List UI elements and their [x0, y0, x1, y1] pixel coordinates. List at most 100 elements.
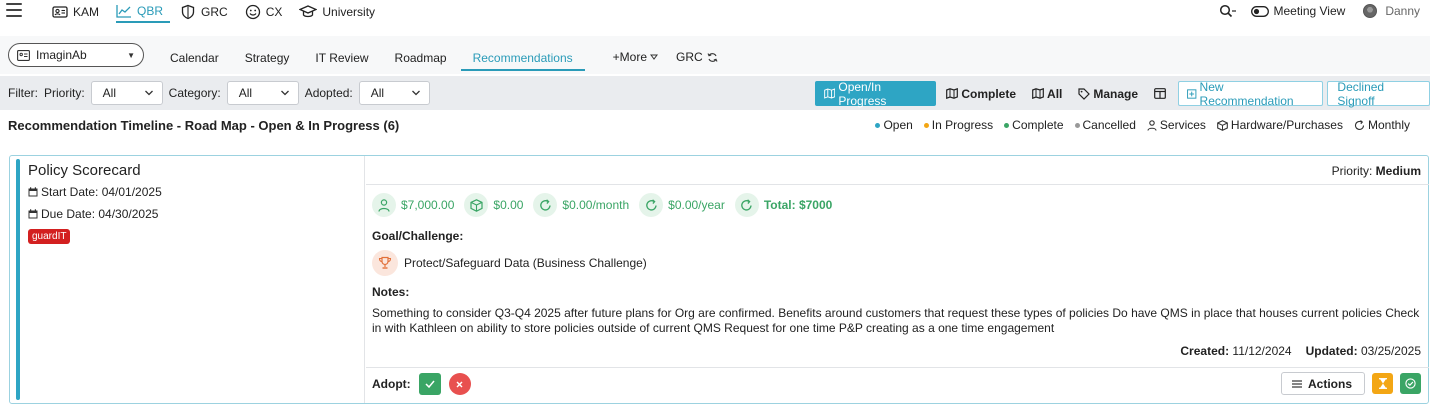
new-recommendation-button[interactable]: New Recommendation: [1178, 80, 1324, 108]
filter-label: Filter:: [8, 86, 38, 100]
tab-it-review[interactable]: IT Review: [303, 43, 380, 71]
person-icon: [1147, 119, 1157, 131]
category-label: Category:: [168, 86, 221, 100]
caret-down-icon: [650, 54, 658, 60]
filter-group: Filter: Priority: All Category: All Adop…: [8, 81, 436, 105]
mark-complete-button[interactable]: [1400, 373, 1421, 394]
chevron-down-icon: [411, 90, 420, 96]
hardware-cost-value: $0.00: [493, 198, 524, 212]
box-icon: [1217, 119, 1228, 131]
legend-monthly-label: Monthly: [1367, 118, 1410, 132]
columns-icon: [1154, 88, 1166, 99]
nav-university[interactable]: University: [299, 0, 382, 23]
adopt-controls: Adopt:: [372, 373, 471, 395]
calendar-icon: [28, 187, 38, 197]
person-icon: [372, 193, 396, 217]
nav-qbr[interactable]: QBR: [116, 0, 171, 23]
legend-complete-label: Complete: [1012, 118, 1064, 132]
user-name: Danny: [1385, 4, 1420, 18]
client-name: ImaginAb: [36, 48, 87, 62]
top-right-controls: Meeting View Danny: [1219, 0, 1420, 22]
toggle-icon: [1251, 5, 1270, 17]
meeting-view-toggle[interactable]: Meeting View: [1251, 4, 1345, 18]
plus-square-icon: [1187, 88, 1197, 99]
hamburger-menu-icon[interactable]: [6, 3, 22, 17]
legend-cancelled: Cancelled: [1074, 118, 1136, 132]
nav-grc-label: GRC: [201, 4, 228, 19]
filter-bar: Filter: Priority: All Category: All Adop…: [0, 76, 1430, 110]
meeting-view-label: Meeting View: [1273, 4, 1346, 18]
client-select[interactable]: ImaginAb ▼: [8, 43, 144, 67]
all-label: All: [1047, 86, 1063, 101]
timestamps: Created: 11/12/2024 Updated: 03/25/2025: [1180, 344, 1421, 358]
card-summary: Policy Scorecard Start Date: 04/01/2025 …: [10, 156, 365, 403]
top-navigation-bar: KAM QBR GRC CX University Meeting View D…: [0, 0, 1430, 26]
adopted-select-value: All: [370, 86, 385, 100]
box-icon: [464, 193, 489, 217]
nav-grc[interactable]: GRC: [180, 0, 235, 23]
complete-dot-icon: [1004, 122, 1010, 128]
due-date-text: Due Date: 04/30/2025: [41, 207, 159, 221]
declined-signoff-button[interactable]: Declined Signoff: [1327, 79, 1430, 108]
refresh-icon: [1354, 119, 1365, 130]
complete-button[interactable]: Complete: [938, 81, 1024, 106]
hourglass-icon: [1378, 378, 1387, 389]
category-select-value: All: [238, 86, 253, 100]
tab-grc[interactable]: GRC: [672, 43, 730, 71]
module-nav: KAM QBR GRC CX University: [52, 0, 392, 26]
map-icon: [824, 88, 836, 99]
updated-date: 03/25/2025: [1360, 344, 1421, 358]
user-menu[interactable]: Danny: [1363, 4, 1420, 18]
total-cost-value: Total: $7000: [763, 198, 833, 212]
tab-roadmap[interactable]: Roadmap: [383, 43, 459, 71]
shield-icon: [181, 4, 195, 19]
goal-label: Goal/Challenge:: [372, 229, 464, 243]
tag-icon: [1078, 87, 1091, 100]
adopt-accept-button[interactable]: [418, 373, 441, 395]
check-circle-icon: [1405, 378, 1416, 389]
goal-text: Protect/Safeguard Data (Business Challen…: [404, 256, 647, 270]
open-dot-icon: [875, 122, 881, 128]
divider: [366, 367, 1429, 368]
map-icon: [1032, 88, 1044, 99]
search-icon: [1220, 4, 1237, 18]
services-cost: $7,000.00: [372, 193, 454, 217]
columns-toggle-button[interactable]: [1146, 81, 1174, 106]
declined-signoff-label: Declined Signoff: [1337, 79, 1385, 108]
all-button[interactable]: All: [1024, 81, 1070, 106]
tab-calendar[interactable]: Calendar: [158, 43, 231, 71]
updated-label: Updated:: [1305, 344, 1358, 358]
category-select[interactable]: All: [226, 81, 299, 105]
adopted-select[interactable]: All: [358, 81, 430, 105]
complete-label: Complete: [961, 86, 1017, 101]
actions-button[interactable]: Actions: [1280, 372, 1365, 395]
cost-summary: $7,000.00 $0.00 $0.00/month $0.00/year T…: [372, 193, 832, 217]
adopt-label: Adopt:: [372, 377, 411, 391]
yearly-cost-value: $0.00/year: [668, 198, 725, 212]
legend-hardware: Hardware/Purchases: [1217, 118, 1343, 132]
monthly-cost-value: $0.00/month: [562, 198, 630, 212]
legend-monthly: Monthly: [1354, 118, 1410, 132]
nav-kam-label: KAM: [73, 4, 100, 19]
tab-more[interactable]: +More: [601, 43, 670, 71]
priority-select[interactable]: All: [90, 81, 163, 105]
refresh-icon: [707, 52, 718, 62]
priority-label: Priority:: [44, 86, 85, 100]
graduation-cap-icon: [299, 4, 318, 17]
close-icon: [456, 381, 463, 387]
search-button[interactable]: [1219, 4, 1237, 18]
adopt-decline-button[interactable]: [448, 373, 471, 395]
manage-button[interactable]: Manage: [1070, 81, 1146, 106]
open-in-progress-button[interactable]: Open/In Progress: [815, 80, 937, 108]
refresh-icon: [734, 193, 759, 217]
calendar-icon: [28, 209, 38, 219]
legend-in-progress-label: In Progress: [931, 118, 994, 132]
tab-recommendations[interactable]: Recommendations: [460, 43, 585, 71]
tab-strategy[interactable]: Strategy: [233, 43, 302, 71]
category-tag: guardIT: [28, 229, 71, 244]
nav-kam[interactable]: KAM: [52, 0, 106, 23]
created-info: Created: 11/12/2024: [1180, 344, 1291, 358]
mark-in-progress-button[interactable]: [1372, 373, 1393, 394]
nav-cx[interactable]: CX: [245, 0, 290, 23]
card-title: Policy Scorecard: [28, 162, 141, 179]
